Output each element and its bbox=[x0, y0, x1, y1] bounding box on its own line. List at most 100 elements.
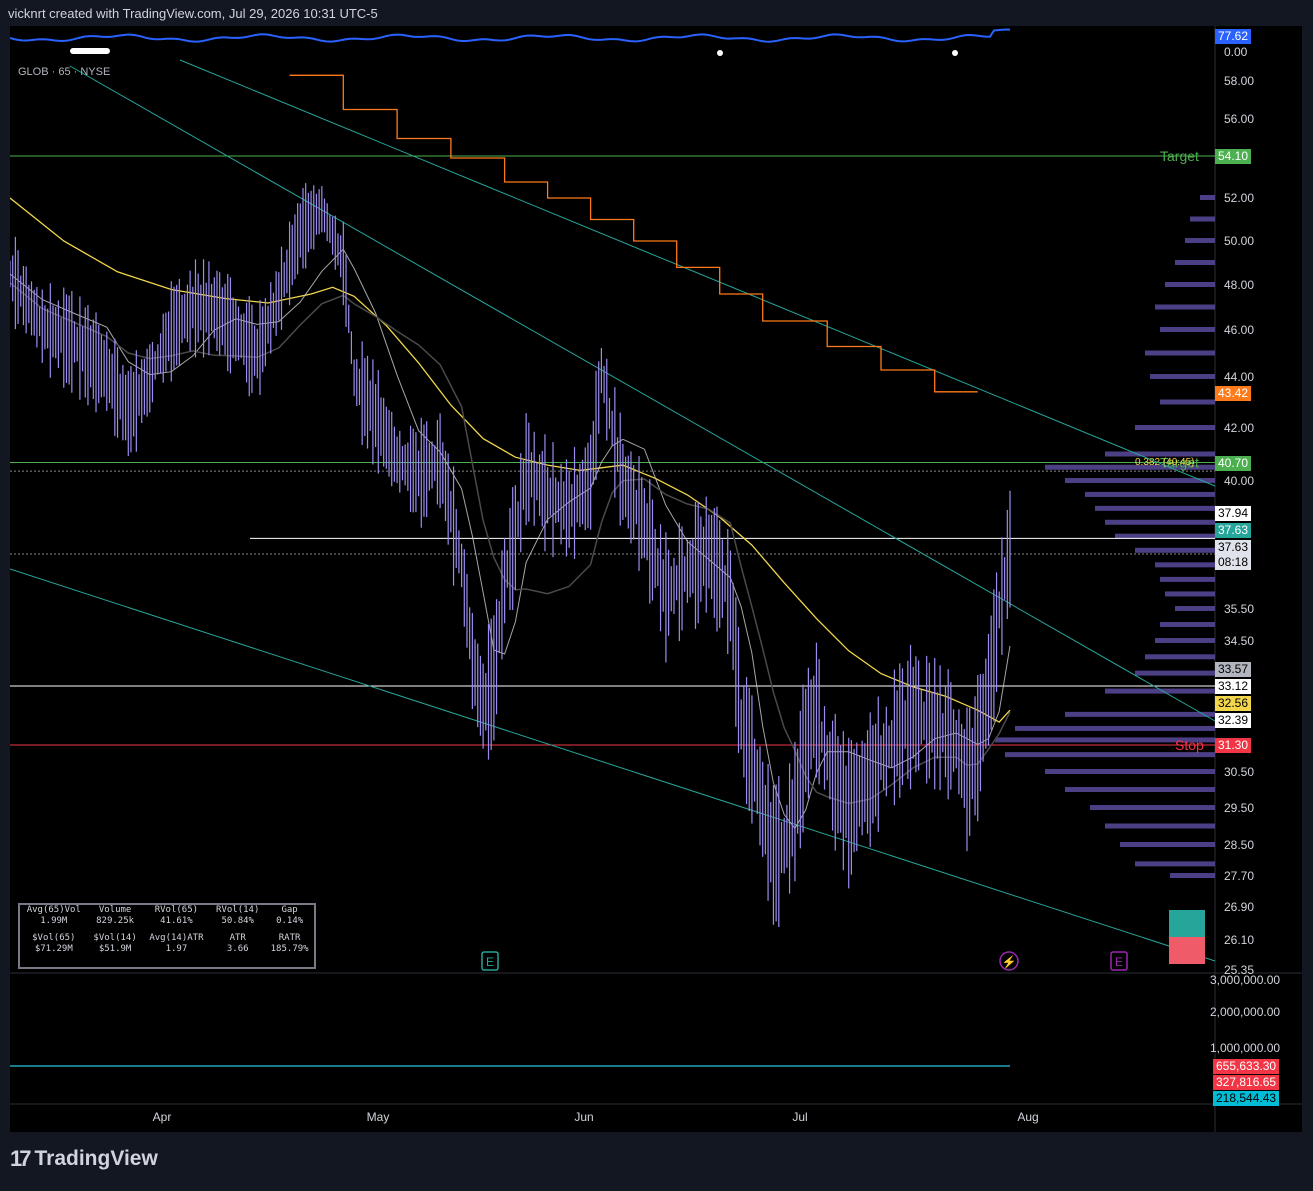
volume-tag: 218,544.43 bbox=[1213, 1091, 1280, 1106]
volume-tick: 1,000,000.00 bbox=[1210, 1041, 1280, 1055]
price-tick: 28.50 bbox=[1224, 838, 1254, 852]
stat-value: 50.84% bbox=[221, 916, 254, 926]
price-tick: 34.50 bbox=[1224, 634, 1254, 648]
price-tick: 27.70 bbox=[1224, 869, 1254, 883]
profile-bar bbox=[1150, 374, 1215, 379]
stat-value: $51.9M bbox=[98, 944, 132, 954]
stat-header: RVol(14) bbox=[216, 905, 260, 915]
profile-bar bbox=[1175, 606, 1215, 611]
indicator-pane bbox=[9, 28, 1011, 56]
price-tick: 46.00 bbox=[1224, 323, 1254, 337]
profile-bar bbox=[1090, 805, 1215, 810]
profile-bar bbox=[1165, 591, 1215, 597]
stat-header: RATR bbox=[278, 933, 301, 943]
volume-tick: 2,000,000.00 bbox=[1210, 1005, 1280, 1019]
price-tag: 37.63 bbox=[1215, 523, 1252, 538]
stat-value: 829.25k bbox=[96, 916, 135, 926]
symbol-label: GLOB · 65 · NYSE bbox=[18, 66, 111, 78]
fib-label: 0.382 (40.45) bbox=[1135, 457, 1195, 468]
target-upper-label: Target bbox=[1160, 148, 1199, 164]
buy-swatch bbox=[1169, 910, 1205, 937]
stat-value: $71.29M bbox=[34, 944, 73, 954]
created-by-header: vicknrt created with TradingView.com, Ju… bbox=[8, 6, 378, 21]
price-series bbox=[9, 74, 1011, 830]
profile-bar bbox=[1045, 769, 1215, 774]
indicator-zero-tick: 0.00 bbox=[1224, 45, 1248, 59]
profile-bar bbox=[1105, 519, 1215, 525]
price-tick: 50.00 bbox=[1224, 234, 1254, 248]
price-tick: 48.00 bbox=[1224, 278, 1254, 292]
series-orange_stop bbox=[289, 74, 978, 393]
price-tag: 37.94 bbox=[1215, 506, 1252, 521]
earnings-icon-glyph: E bbox=[486, 955, 494, 969]
profile-bar bbox=[1145, 654, 1215, 660]
price-tick: 29.50 bbox=[1224, 801, 1254, 815]
price-tick: 26.90 bbox=[1224, 900, 1254, 914]
profile-bar bbox=[1200, 195, 1215, 200]
profile-bar bbox=[1135, 861, 1215, 867]
stat-header: Gap bbox=[281, 905, 298, 915]
price-tag: 08:18 bbox=[1215, 555, 1252, 570]
profile-bar bbox=[1095, 505, 1215, 511]
profile-bar bbox=[1160, 576, 1215, 582]
profile-bar bbox=[1065, 787, 1215, 792]
indicator-value-tag: 77.62 bbox=[1215, 29, 1252, 44]
stat-header: RVol(65) bbox=[154, 905, 199, 915]
stat-header: $Vol(14) bbox=[93, 933, 137, 943]
stat-header: $Vol(65) bbox=[32, 933, 76, 943]
stats-header-row-2: $Vol(65) $Vol(14) Avg(14)ATR ATR RATR bbox=[20, 933, 314, 944]
profile-bar bbox=[1155, 638, 1215, 643]
profile-bar bbox=[1190, 216, 1215, 222]
stat-value: 1.99M bbox=[40, 916, 68, 926]
profile-bar bbox=[1105, 823, 1215, 829]
price-tick: 26.10 bbox=[1224, 933, 1254, 947]
price-tag: 40.70 bbox=[1215, 456, 1252, 471]
dividend-icon-glyph: ⚡ bbox=[1002, 955, 1017, 969]
stats-value-row-1: 1.99M 829.25k 41.61% 50.84% 0.14% bbox=[20, 916, 314, 927]
indicator-dot bbox=[717, 50, 723, 56]
stat-header: Avg(65)Vol bbox=[26, 905, 81, 915]
price-tick: 35.50 bbox=[1224, 602, 1254, 616]
stat-value: 185.79% bbox=[270, 944, 309, 954]
price-tag: 32.56 bbox=[1215, 696, 1252, 711]
price-tag: 54.10 bbox=[1215, 149, 1252, 164]
profile-bar bbox=[1165, 282, 1215, 287]
price-tag: 33.12 bbox=[1215, 679, 1252, 694]
volume-tag: 327,816.65 bbox=[1213, 1075, 1280, 1090]
profile-bar bbox=[1015, 725, 1215, 731]
volume-tick: 3,000,000.00 bbox=[1210, 973, 1280, 987]
profile-bar bbox=[1145, 350, 1215, 356]
time-label: Jul bbox=[792, 1110, 807, 1124]
sell-swatch bbox=[1169, 937, 1205, 964]
series-yellow_ma bbox=[9, 197, 1011, 723]
price-tag: 33.57 bbox=[1215, 662, 1252, 677]
price-tag: 32.39 bbox=[1215, 713, 1252, 728]
price-tick: 40.00 bbox=[1224, 474, 1254, 488]
time-label: Jun bbox=[574, 1110, 593, 1124]
profile-bar bbox=[1085, 491, 1215, 497]
tradingview-footer[interactable]: 17 TradingView bbox=[10, 1146, 158, 1172]
profile-bar bbox=[1135, 425, 1215, 430]
indicator-dot bbox=[952, 50, 958, 56]
profile-bar bbox=[1155, 562, 1215, 568]
price-tag: 37.63 bbox=[1215, 540, 1252, 555]
profile-bar bbox=[1160, 622, 1215, 627]
stat-header: Volume bbox=[98, 905, 132, 915]
stat-value: 41.61% bbox=[160, 916, 193, 926]
profile-bar bbox=[1185, 238, 1215, 243]
time-label: Aug bbox=[1017, 1110, 1038, 1124]
time-label: Apr bbox=[153, 1110, 172, 1124]
indicator-marker bbox=[70, 48, 110, 54]
event-icons: E ⚡ E bbox=[481, 910, 1205, 971]
profile-bar bbox=[1065, 711, 1215, 717]
price-tick: 44.00 bbox=[1224, 370, 1254, 384]
profile-bar bbox=[1065, 478, 1215, 483]
stat-header: ATR bbox=[229, 933, 246, 943]
stat-value: 0.14% bbox=[276, 916, 304, 926]
price-tag: 43.42 bbox=[1215, 386, 1252, 401]
profile-bar bbox=[1160, 327, 1215, 332]
price-tick: 52.00 bbox=[1224, 191, 1254, 205]
price-tag: 31.30 bbox=[1215, 738, 1252, 753]
profile-bar bbox=[1120, 842, 1215, 847]
stats-value-row-2: $71.29M $51.9M 1.97 3.66 185.79% bbox=[20, 944, 314, 955]
